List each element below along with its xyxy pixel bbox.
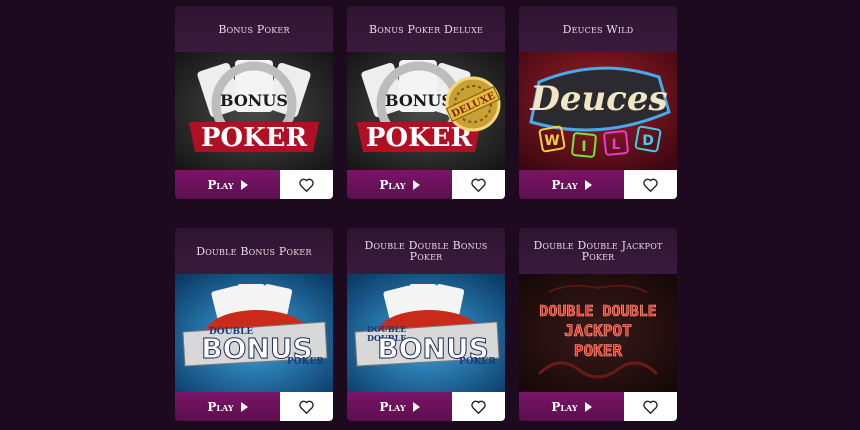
art-line1: DOUBLE DOUBLE xyxy=(539,302,656,320)
game-card: Bonus Poker Deluxe BONUS POKER DELUXE Pl… xyxy=(347,6,505,199)
play-icon xyxy=(412,179,420,190)
game-title: Double Double Jackpot Poker xyxy=(519,228,677,274)
game-card: Double Double Jackpot Poker DOUBLE DOUBL… xyxy=(519,228,677,421)
heart-icon xyxy=(643,400,658,414)
play-label: Play xyxy=(551,177,578,192)
art-line2: POKER xyxy=(201,123,308,153)
art-letter: L xyxy=(612,137,621,153)
play-icon xyxy=(240,179,248,190)
game-title: Double Double Bonus Poker xyxy=(347,228,505,274)
card-actions: Play xyxy=(519,392,677,421)
play-button[interactable]: Play xyxy=(519,392,624,421)
play-button[interactable]: Play xyxy=(519,170,624,199)
card-actions: Play xyxy=(175,392,333,421)
art-line2: JACKPOT xyxy=(564,321,631,340)
heart-icon xyxy=(299,178,314,192)
play-icon xyxy=(584,401,592,412)
play-label: Play xyxy=(551,399,578,414)
art-line2: POKER xyxy=(366,123,473,153)
game-thumbnail[interactable]: DOUBLE DOUBLE BONUS POKER xyxy=(347,274,505,392)
favorite-button[interactable] xyxy=(624,392,677,421)
game-title: Double Bonus Poker xyxy=(175,228,333,274)
game-card: Deuces Wild Deuces W I L D Play xyxy=(519,6,677,199)
card-actions: Play xyxy=(347,392,505,421)
game-thumbnail[interactable]: DOUBLE BONUS POKER xyxy=(175,274,333,392)
game-card: Double Double Bonus Poker DOUBLE DOUBLE … xyxy=(347,228,505,421)
art-letter: W xyxy=(544,133,559,149)
game-title: Bonus Poker xyxy=(175,6,333,52)
play-label: Play xyxy=(207,177,234,192)
heart-icon xyxy=(299,400,314,414)
game-thumbnail[interactable]: BONUS POKER xyxy=(175,52,333,170)
game-title: Deuces Wild xyxy=(519,6,677,52)
play-label: Play xyxy=(207,399,234,414)
art-letter: D xyxy=(642,133,654,149)
art-line3: POKER xyxy=(287,357,324,367)
art-line1: BONUS xyxy=(385,91,453,110)
play-icon xyxy=(584,179,592,190)
favorite-button[interactable] xyxy=(624,170,677,199)
card-actions: Play xyxy=(519,170,677,199)
art-line3: POKER xyxy=(459,357,496,367)
game-card: Double Bonus Poker DOUBLE BONUS POKER Pl… xyxy=(175,228,333,421)
game-title: Bonus Poker Deluxe xyxy=(347,6,505,52)
play-icon xyxy=(412,401,420,412)
play-icon xyxy=(240,401,248,412)
play-button[interactable]: Play xyxy=(175,392,280,421)
play-button[interactable]: Play xyxy=(347,170,452,199)
play-button[interactable]: Play xyxy=(175,170,280,199)
card-actions: Play xyxy=(347,170,505,199)
heart-icon xyxy=(471,178,486,192)
game-thumbnail[interactable]: BONUS POKER DELUXE xyxy=(347,52,505,170)
game-thumbnail[interactable]: DOUBLE DOUBLE JACKPOT POKER xyxy=(519,274,677,392)
art-line1: Deuces xyxy=(529,79,667,119)
art-line1: BONUS xyxy=(220,91,288,110)
favorite-button[interactable] xyxy=(280,170,333,199)
art-letter: I xyxy=(581,139,586,155)
game-grid: Bonus Poker BONUS POKER Play Bonus Poker… xyxy=(175,6,677,421)
favorite-button[interactable] xyxy=(280,392,333,421)
game-card: Bonus Poker BONUS POKER Play xyxy=(175,6,333,199)
play-label: Play xyxy=(379,177,406,192)
art-line3: POKER xyxy=(574,341,623,360)
play-label: Play xyxy=(379,399,406,414)
heart-icon xyxy=(643,178,658,192)
play-button[interactable]: Play xyxy=(347,392,452,421)
favorite-button[interactable] xyxy=(452,170,505,199)
card-actions: Play xyxy=(175,170,333,199)
heart-icon xyxy=(471,400,486,414)
game-thumbnail[interactable]: Deuces W I L D xyxy=(519,52,677,170)
favorite-button[interactable] xyxy=(452,392,505,421)
